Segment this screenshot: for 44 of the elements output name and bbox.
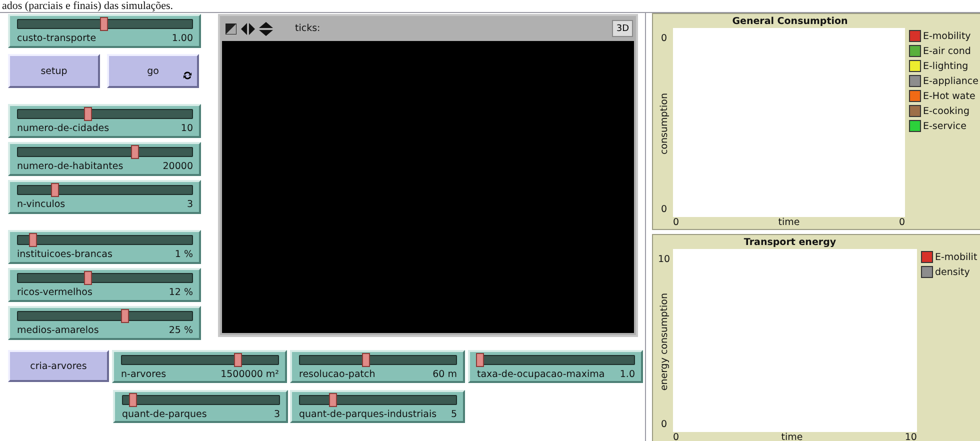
caption-text: ados (parciais e finais) das simulações. (1, 0, 174, 12)
slider[interactable]: instituicoes-brancas 1 % (8, 230, 201, 264)
slider[interactable]: numero-de-habitantes 20000 (8, 142, 201, 176)
axis-tick: 10 (658, 254, 670, 265)
legend-label: E-mobility (923, 30, 971, 42)
slider[interactable]: taxa-de-ocupacao-maxima 1.0 (468, 350, 643, 383)
legend-label: E-Hot wate (923, 90, 976, 102)
legend-label: E-appliance (923, 76, 979, 86)
slider[interactable]: n-arvores 1500000 m² (112, 350, 287, 383)
button[interactable]: go (107, 54, 199, 88)
legend-label: density (935, 266, 970, 278)
3d-button[interactable]: 3D (612, 20, 633, 37)
axis-label: time (781, 432, 803, 441)
slider[interactable]: resolucao-patch 60 m (290, 350, 465, 383)
axis-tick: 0 (898, 217, 905, 229)
button[interactable]: setup (8, 54, 100, 88)
plot-title: General Consumption (731, 16, 849, 28)
axis-tick: 0 (673, 432, 680, 441)
legend-label: E-service (923, 120, 966, 132)
legend-label: E-cooking (923, 106, 970, 116)
axis-tick: 0 (660, 204, 668, 215)
slider[interactable]: medios-amarelos 25 % (8, 306, 201, 340)
axis-label: time (778, 217, 800, 229)
legend-label: E-air cond (923, 46, 971, 56)
slider[interactable]: numero-de-cidades 10 (8, 104, 201, 138)
axis-tick: 0 (673, 217, 680, 229)
plot-title: Transport energy (742, 237, 838, 249)
vertical-arrows-icon[interactable] (259, 22, 273, 36)
axis-label: energy consumption (658, 293, 670, 391)
slider[interactable]: quant-de-parques-industriais 5 (290, 390, 465, 423)
slider[interactable]: n-vinculos 3 (8, 180, 201, 214)
button[interactable]: cria-arvores (8, 350, 109, 382)
axis-label: consumption (658, 93, 670, 155)
slider[interactable]: ricos-vermelhos 12 % (8, 268, 201, 302)
axis-tick: 0 (660, 33, 668, 44)
legend-label: E-lighting (923, 60, 968, 72)
resize-icon[interactable] (225, 22, 237, 34)
axis-tick: 0 (660, 418, 668, 430)
ticks-label: ticks: (295, 23, 322, 34)
horizontal-arrows-icon[interactable] (241, 22, 255, 34)
axis-tick: 10 (904, 432, 917, 441)
slider[interactable]: custo-transporte 1.00 (8, 14, 201, 48)
legend-label: E-mobilit (935, 252, 978, 262)
slider[interactable]: quant-de-parques 3 (113, 390, 288, 423)
